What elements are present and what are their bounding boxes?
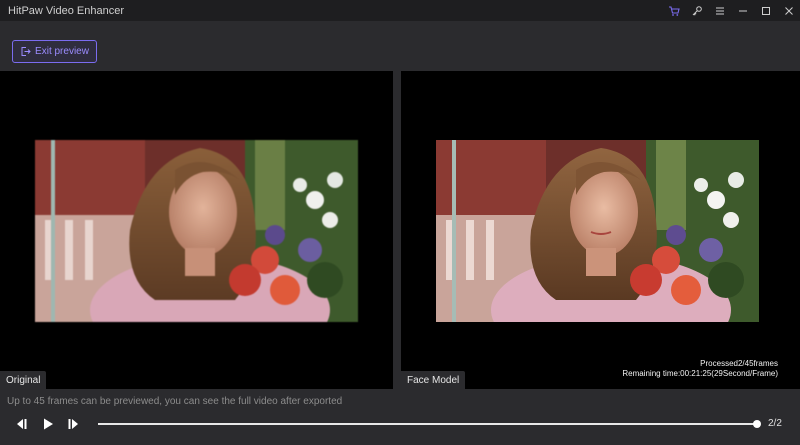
- original-video-frame: [35, 140, 358, 322]
- cart-icon[interactable]: [663, 0, 685, 21]
- key-icon[interactable]: [686, 0, 708, 21]
- preview-notice: Up to 45 frames can be previewed, you ca…: [7, 396, 343, 407]
- original-preview-panel: Original: [0, 71, 393, 389]
- maximize-icon[interactable]: [755, 0, 777, 21]
- next-frame-icon[interactable]: [66, 416, 82, 432]
- window-title: HitPaw Video Enhancer: [8, 4, 124, 17]
- remaining-time-text: Remaining time:00:21:25(29Second/Frame): [622, 369, 778, 378]
- exit-preview-label: Exit preview: [35, 46, 89, 57]
- frame-counter: 2/2: [768, 418, 782, 429]
- processed-video-frame: [436, 140, 759, 322]
- exit-icon: [20, 46, 31, 57]
- progress-track[interactable]: [98, 423, 757, 425]
- face-model-label: Face Model: [401, 371, 466, 389]
- original-label: Original: [0, 371, 47, 389]
- close-icon[interactable]: [778, 0, 800, 21]
- menu-icon[interactable]: [709, 0, 731, 21]
- processed-frames-text: Processed2/45frames: [700, 359, 778, 368]
- toolbar: Exit preview: [0, 21, 800, 69]
- processing-info: Processed2/45frames Remaining time:00:21…: [622, 359, 778, 379]
- window-controls: [662, 0, 800, 21]
- app-window: HitPaw Video Enhancer Exit preview Origi…: [0, 0, 800, 445]
- title-bar: HitPaw Video Enhancer: [0, 0, 800, 21]
- processed-preview-panel: Processed2/45frames Remaining time:00:21…: [401, 71, 800, 389]
- minimize-icon[interactable]: [732, 0, 754, 21]
- play-icon[interactable]: [40, 416, 56, 432]
- progress-thumb[interactable]: [753, 420, 761, 428]
- exit-preview-button[interactable]: Exit preview: [12, 40, 97, 63]
- player-controls: 2/2: [0, 412, 800, 436]
- previous-frame-icon[interactable]: [13, 416, 29, 432]
